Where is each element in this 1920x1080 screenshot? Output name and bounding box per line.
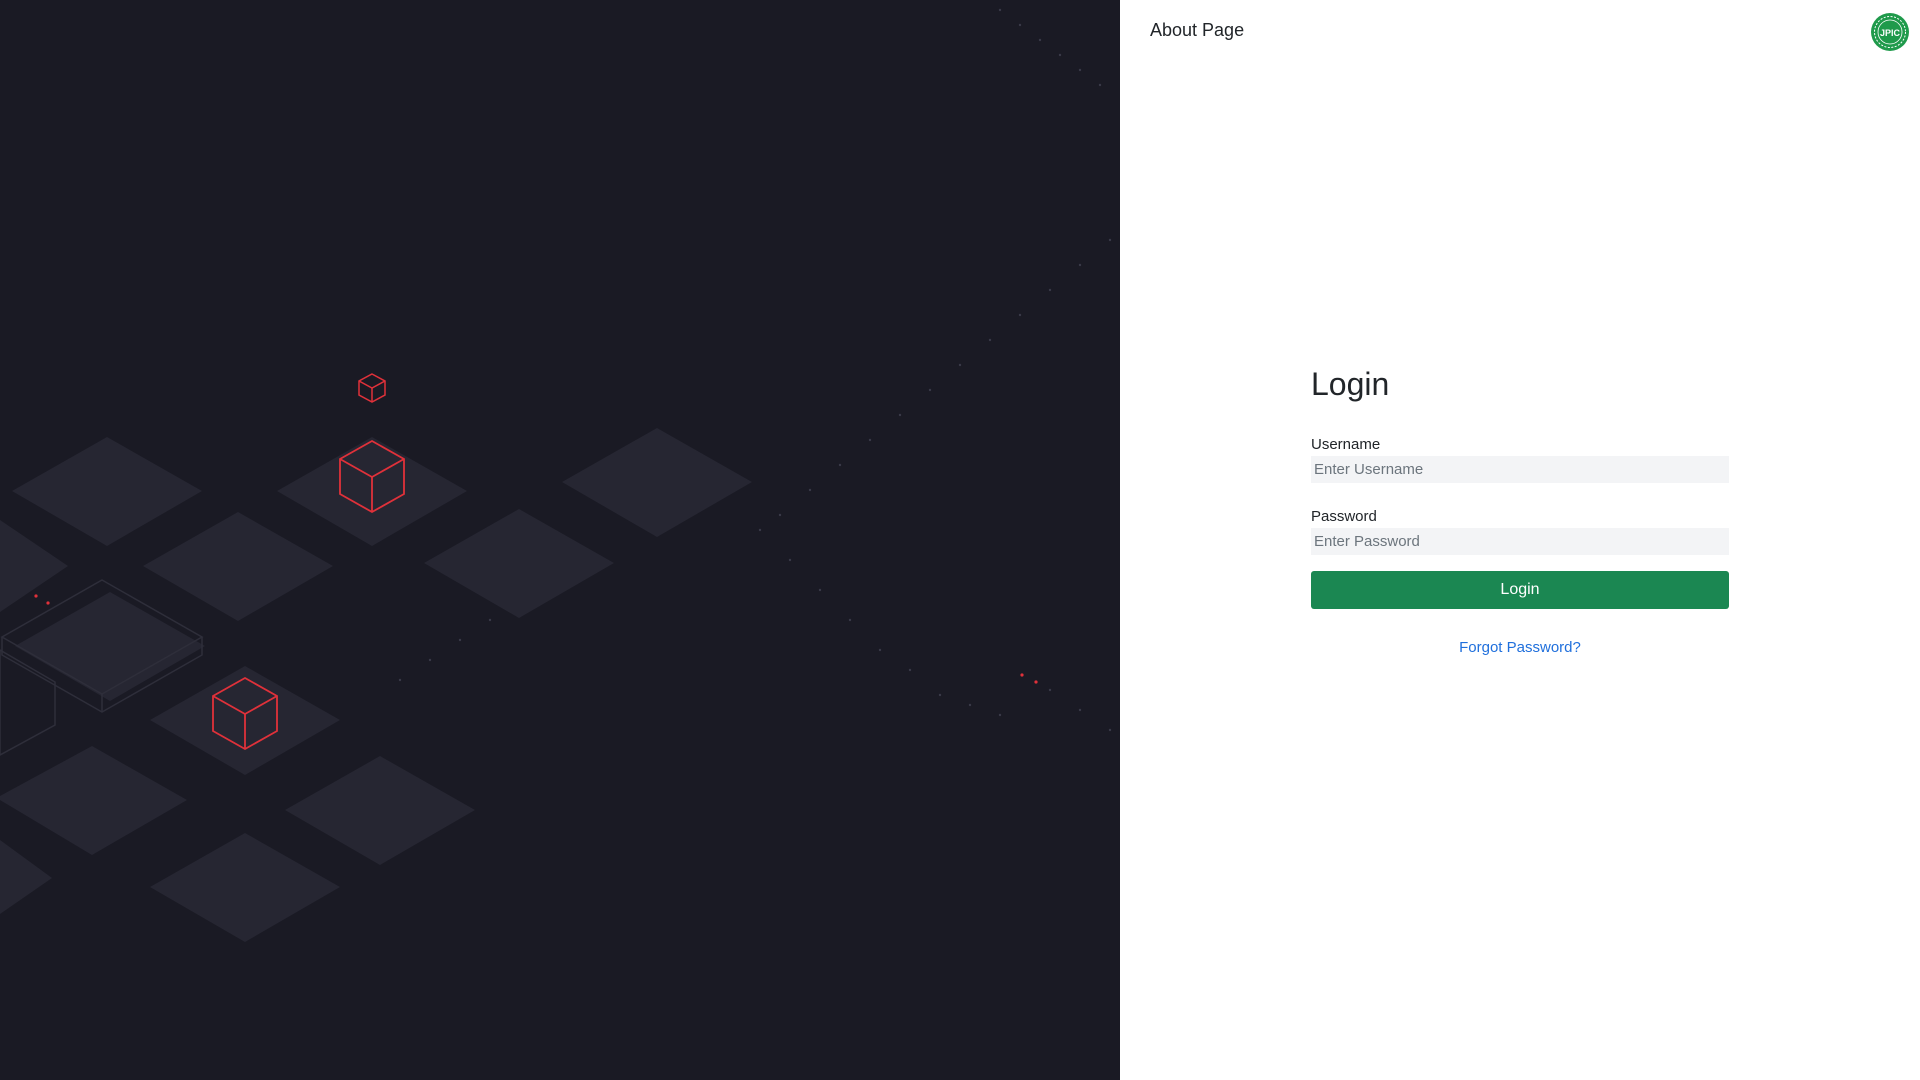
decorative-isometric-illustration [0,0,1120,1080]
company-seal-logo-icon: JPIC [1871,13,1909,51]
login-form: Login Username Password Login Forgot Pas… [1311,362,1729,657]
dotted-diagonal-line [398,8,1112,732]
login-panel: About Page JPIC Login Username Password … [1120,0,1920,1080]
isometric-background-svg [0,8,1112,942]
username-input[interactable] [1311,456,1729,483]
forgot-password-container: Forgot Password? [1311,639,1729,657]
password-label: Password [1311,508,1377,525]
svg-text:JPIC: JPIC [1880,28,1901,38]
login-page: About Page JPIC Login Username Password … [0,0,1920,1080]
about-page-link[interactable]: About Page [1150,20,1244,41]
forgot-password-link[interactable]: Forgot Password? [1459,639,1581,656]
login-title: Login [1311,366,1390,402]
small-floating-cube [358,373,386,403]
username-label: Username [1311,436,1381,453]
login-button[interactable]: Login [1311,571,1729,609]
floor-tiles [0,428,752,942]
password-input[interactable] [1311,528,1729,555]
